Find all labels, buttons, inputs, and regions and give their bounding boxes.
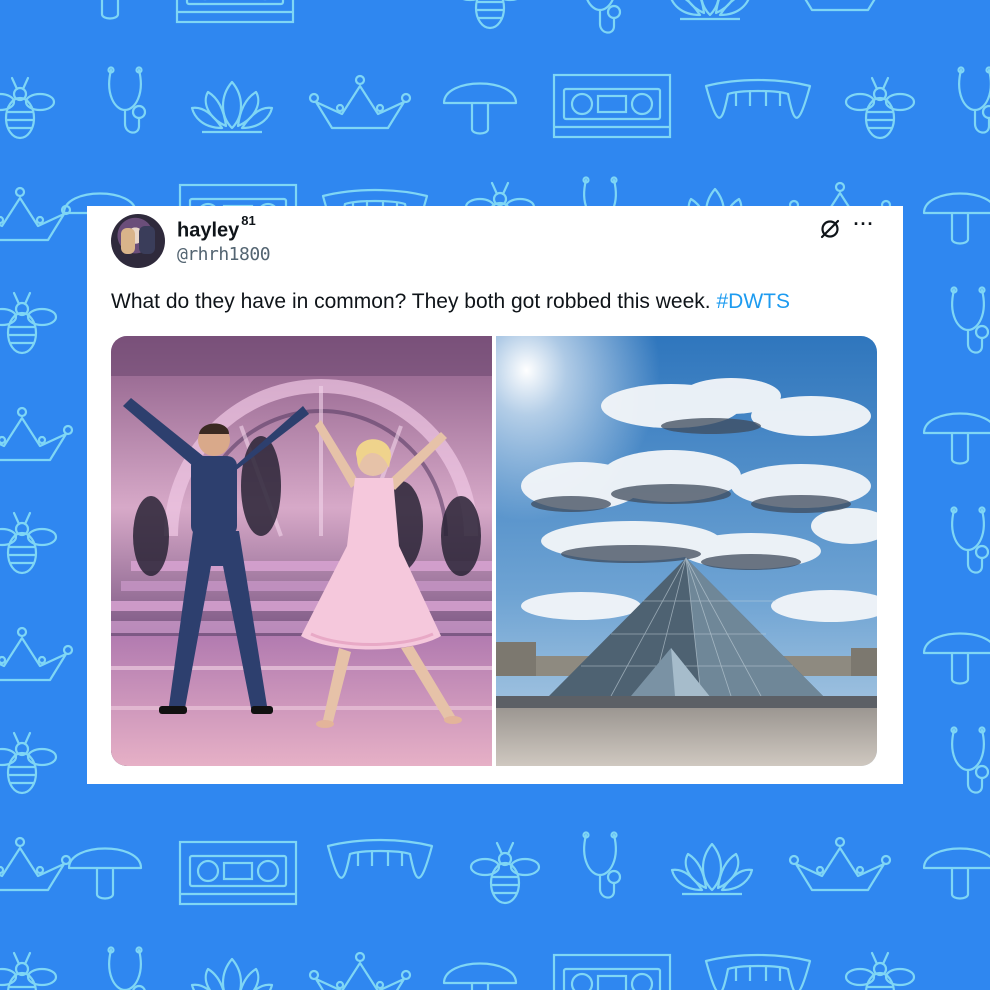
media-grid[interactable] <box>111 336 877 766</box>
tweet-text-main: What do they have in common? They both g… <box>111 290 711 313</box>
avatar[interactable] <box>111 214 165 268</box>
display-name[interactable]: hayley 81 <box>177 213 256 243</box>
media-image-dancers[interactable] <box>111 336 492 766</box>
more-options-icon[interactable]: ··· <box>851 214 877 234</box>
name-badge: 81 <box>241 213 256 228</box>
tweet-text: What do they have in common? They both g… <box>111 290 891 314</box>
grok-slash-icon[interactable] <box>819 218 841 240</box>
display-name-text[interactable]: hayley <box>177 220 239 242</box>
user-handle[interactable]: @rhrh1800 <box>177 244 271 265</box>
tweet-card[interactable]: hayley 81 @rhrh1800 ··· What do they have… <box>87 206 903 784</box>
hashtag-link[interactable]: #DWTS <box>716 290 790 313</box>
media-image-pyramid[interactable] <box>496 336 877 766</box>
